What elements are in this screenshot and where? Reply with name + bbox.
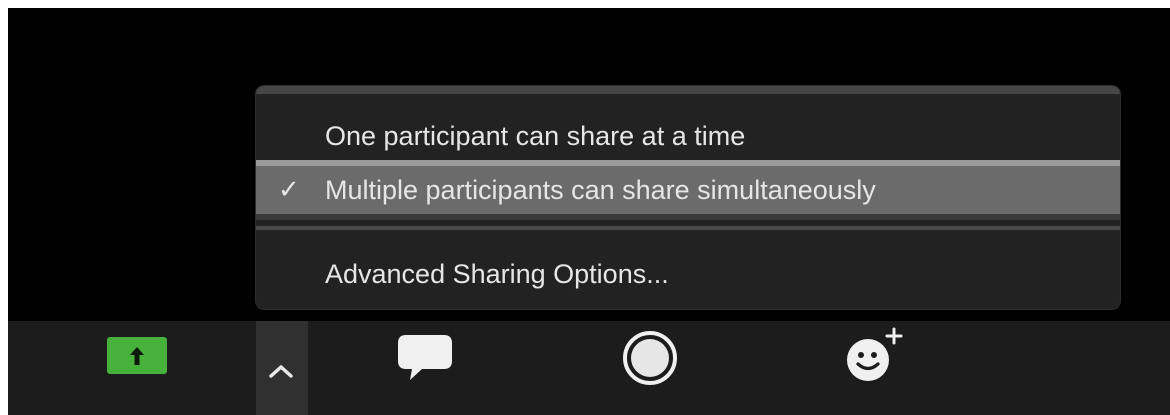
meeting-toolbar xyxy=(8,321,1170,415)
chevron-up-icon xyxy=(269,365,293,378)
checkmark-icon: ✓ xyxy=(278,175,300,205)
menu-item-label: Multiple participants can share simultan… xyxy=(325,174,876,205)
menu-item-advanced-sharing[interactable]: Advanced Sharing Options... xyxy=(256,249,1120,299)
chat-bubble-icon[interactable] xyxy=(396,333,454,383)
menu-divider xyxy=(256,226,1120,230)
share-screen-button[interactable] xyxy=(107,337,167,374)
meeting-window: One participant can share at a time ✓ Mu… xyxy=(8,8,1170,415)
menu-item-one-participant[interactable]: One participant can share at a time xyxy=(256,108,1120,164)
menu-item-multiple-participants[interactable]: ✓ Multiple participants can share simult… xyxy=(256,160,1120,220)
up-arrow-icon xyxy=(130,346,144,365)
menu-top-border xyxy=(256,86,1120,94)
menu-item-label: One participant can share at a time xyxy=(325,120,746,151)
share-options-menu: One participant can share at a time ✓ Mu… xyxy=(256,86,1120,309)
add-reaction-icon[interactable] xyxy=(843,327,905,385)
share-options-caret[interactable] xyxy=(256,321,308,415)
menu-item-label: Advanced Sharing Options... xyxy=(325,258,669,289)
record-circle-icon[interactable] xyxy=(621,329,679,387)
